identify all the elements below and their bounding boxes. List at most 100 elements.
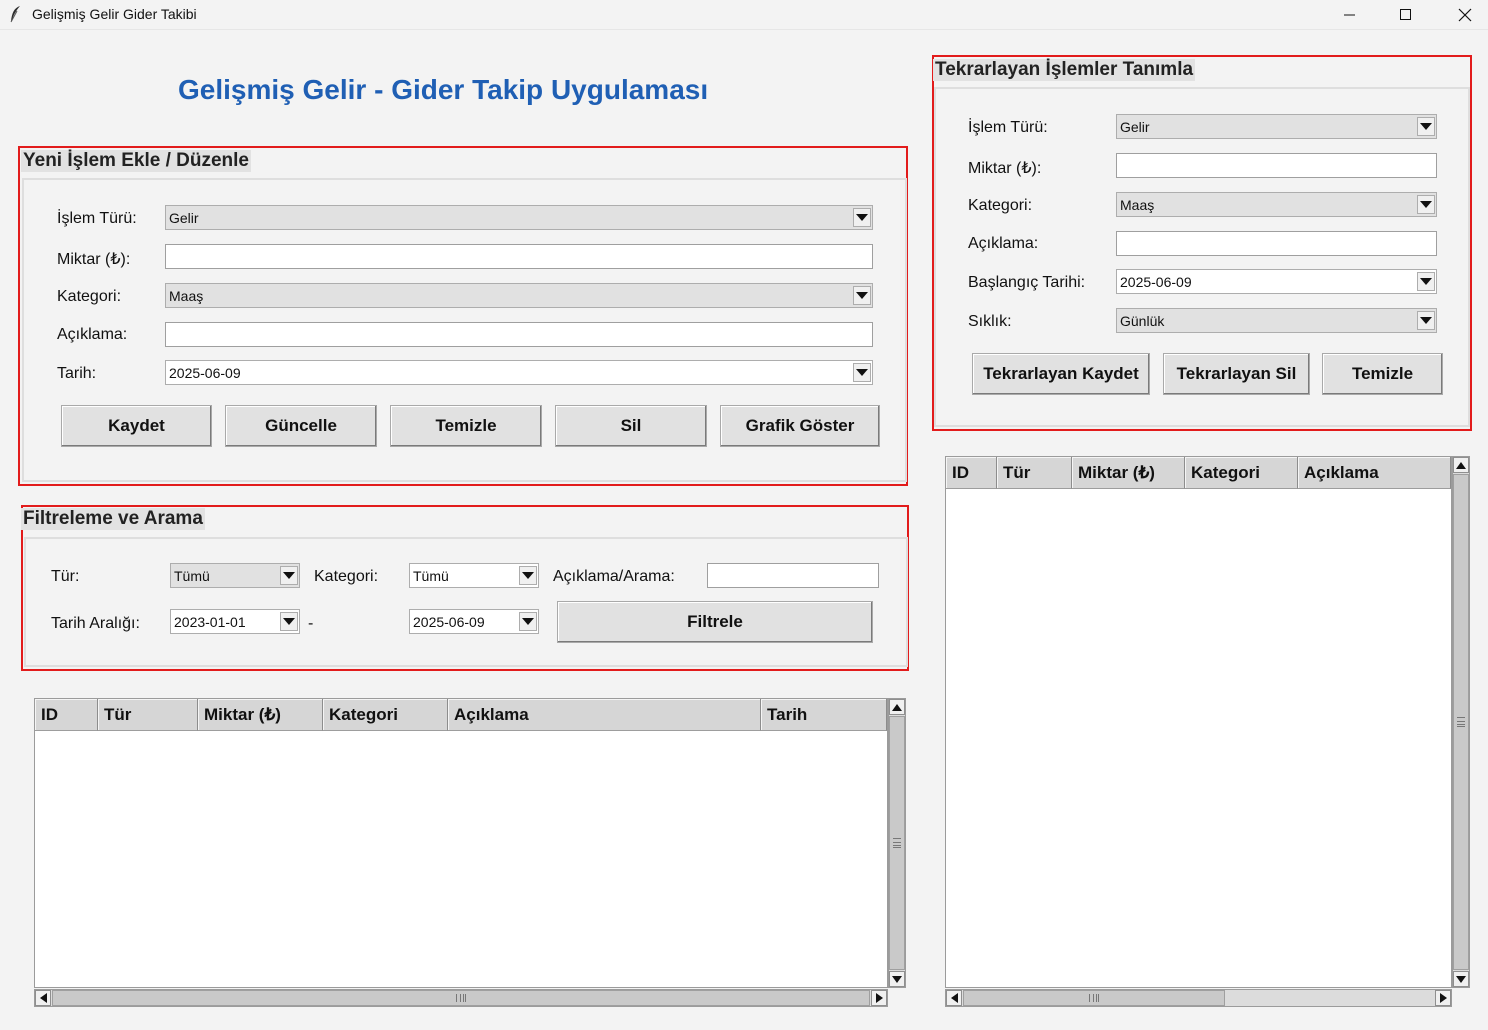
amount-input[interactable] — [165, 244, 873, 269]
chevron-down-icon[interactable] — [853, 208, 871, 227]
column-header-date[interactable]: Tarih — [761, 699, 887, 731]
filter-type-label: Tür: — [51, 568, 80, 585]
transactions-horizontal-scrollbar[interactable] — [34, 989, 888, 1007]
chevron-down-icon[interactable] — [1417, 272, 1435, 291]
category-select-value: Maaş — [169, 287, 204, 304]
end-date-picker[interactable]: 2025-06-09 — [409, 609, 539, 634]
frequency-label: Sıklık: — [968, 313, 1012, 330]
end-date-value: 2025-06-09 — [413, 613, 485, 630]
chevron-down-icon[interactable] — [853, 286, 871, 305]
frequency-select[interactable]: Günlük — [1116, 308, 1437, 333]
start-date-value: 2023-01-01 — [174, 613, 246, 630]
recurring-table[interactable]: ID Tür Miktar (₺) Kategori Açıklama — [945, 456, 1452, 988]
recurring-category-label: Kategori: — [968, 197, 1033, 214]
scroll-right-icon[interactable] — [1435, 990, 1451, 1006]
column-header-amount[interactable]: Miktar (₺) — [1072, 457, 1185, 489]
scroll-up-icon[interactable] — [889, 699, 905, 715]
minimize-button[interactable] — [1327, 0, 1373, 30]
feather-icon — [10, 6, 20, 23]
maximize-button[interactable] — [1383, 0, 1429, 30]
recurring-category-value: Maaş — [1120, 196, 1155, 213]
chevron-down-icon[interactable] — [853, 363, 871, 382]
save-button[interactable]: Kaydet — [61, 405, 212, 447]
date-picker-value: 2025-06-09 — [169, 364, 241, 381]
description-input[interactable] — [165, 322, 873, 347]
clear-button[interactable]: Temizle — [390, 405, 542, 447]
filter-category-label: Kategori: — [314, 568, 379, 585]
scroll-down-icon[interactable] — [889, 971, 905, 987]
vertical-scroll-thumb[interactable] — [1453, 474, 1469, 970]
recurring-amount-input[interactable] — [1116, 153, 1437, 178]
amount-label: Miktar (₺): — [57, 251, 131, 268]
recurring-type-value: Gelir — [1120, 118, 1150, 135]
add-edit-title: Yeni İşlem Ekle / Düzenle — [21, 150, 251, 172]
recurring-horizontal-scrollbar[interactable] — [945, 989, 1452, 1007]
category-select[interactable]: Maaş — [165, 283, 873, 308]
type-select-value: Gelir — [169, 209, 199, 226]
recurring-clear-button[interactable]: Temizle — [1322, 353, 1443, 395]
recurring-description-input[interactable] — [1116, 231, 1437, 256]
window-titlebar — [0, 0, 1488, 30]
recurring-description-label: Açıklama: — [968, 235, 1039, 252]
horizontal-scroll-thumb[interactable] — [52, 990, 870, 1006]
update-button[interactable]: Güncelle — [225, 405, 377, 447]
filter-search-label: Açıklama/Arama: — [553, 568, 675, 585]
date-range-dash: - — [308, 615, 314, 632]
vertical-scroll-thumb[interactable] — [889, 716, 905, 970]
recurring-title: Tekrarlayan İşlemler Tanımla — [933, 59, 1196, 81]
minimize-icon — [1344, 14, 1355, 16]
recurring-start-date-picker[interactable]: 2025-06-09 — [1116, 269, 1437, 294]
column-header-description[interactable]: Açıklama — [1298, 457, 1451, 489]
chevron-down-icon[interactable] — [519, 566, 537, 585]
filter-type-value: Tümü — [174, 567, 210, 584]
filter-category-select[interactable]: Tümü — [409, 563, 539, 588]
description-label: Açıklama: — [57, 326, 128, 343]
type-label: İşlem Türü: — [57, 210, 137, 227]
transactions-table[interactable]: ID Tür Miktar (₺) Kategori Açıklama Tari… — [34, 698, 888, 988]
filter-type-select[interactable]: Tümü — [170, 563, 300, 588]
recurring-vertical-scrollbar[interactable] — [1452, 456, 1470, 988]
column-header-type[interactable]: Tür — [98, 699, 198, 731]
recurring-save-button[interactable]: Tekrarlayan Kaydet — [972, 353, 1150, 395]
column-header-amount[interactable]: Miktar (₺) — [198, 699, 323, 731]
recurring-type-label: İşlem Türü: — [968, 119, 1048, 136]
date-range-label: Tarih Aralığı: — [51, 615, 140, 632]
delete-button[interactable]: Sil — [555, 405, 707, 447]
chevron-down-icon[interactable] — [280, 566, 298, 585]
column-header-category[interactable]: Kategori — [1185, 457, 1298, 489]
window-title: Gelişmiş Gelir Gider Takibi — [32, 6, 197, 22]
chevron-down-icon[interactable] — [519, 612, 537, 631]
start-date-picker[interactable]: 2023-01-01 — [170, 609, 300, 634]
chevron-down-icon[interactable] — [280, 612, 298, 631]
filter-button[interactable]: Filtrele — [557, 601, 873, 643]
scroll-left-icon[interactable] — [35, 990, 51, 1006]
column-header-description[interactable]: Açıklama — [448, 699, 761, 731]
recurring-amount-label: Miktar (₺): — [968, 160, 1042, 177]
recurring-type-select[interactable]: Gelir — [1116, 114, 1437, 139]
type-select[interactable]: Gelir — [165, 205, 873, 230]
filter-search-input[interactable] — [707, 563, 879, 588]
column-header-type[interactable]: Tür — [997, 457, 1072, 489]
show-chart-button[interactable]: Grafik Göster — [720, 405, 880, 447]
recurring-delete-button[interactable]: Tekrarlayan Sil — [1163, 353, 1310, 395]
chevron-down-icon[interactable] — [1417, 195, 1435, 214]
scroll-up-icon[interactable] — [1453, 457, 1469, 473]
recurring-start-value: 2025-06-09 — [1120, 273, 1192, 290]
date-picker[interactable]: 2025-06-09 — [165, 360, 873, 385]
chevron-down-icon[interactable] — [1417, 117, 1435, 136]
scroll-right-icon[interactable] — [871, 990, 887, 1006]
date-label: Tarih: — [57, 365, 97, 382]
transactions-vertical-scrollbar[interactable] — [888, 698, 906, 988]
column-header-id[interactable]: ID — [946, 457, 997, 489]
close-button[interactable] — [1442, 0, 1488, 30]
maximize-icon — [1400, 9, 1411, 20]
filter-title: Filtreleme ve Arama — [21, 508, 205, 530]
column-header-id[interactable]: ID — [35, 699, 98, 731]
scroll-down-icon[interactable] — [1453, 971, 1469, 987]
recurring-category-select[interactable]: Maaş — [1116, 192, 1437, 217]
chevron-down-icon[interactable] — [1417, 311, 1435, 330]
app-title: Gelişmiş Gelir - Gider Takip Uygulaması — [178, 74, 709, 105]
scroll-left-icon[interactable] — [946, 990, 962, 1006]
horizontal-scroll-thumb[interactable] — [963, 990, 1225, 1006]
column-header-category[interactable]: Kategori — [323, 699, 448, 731]
